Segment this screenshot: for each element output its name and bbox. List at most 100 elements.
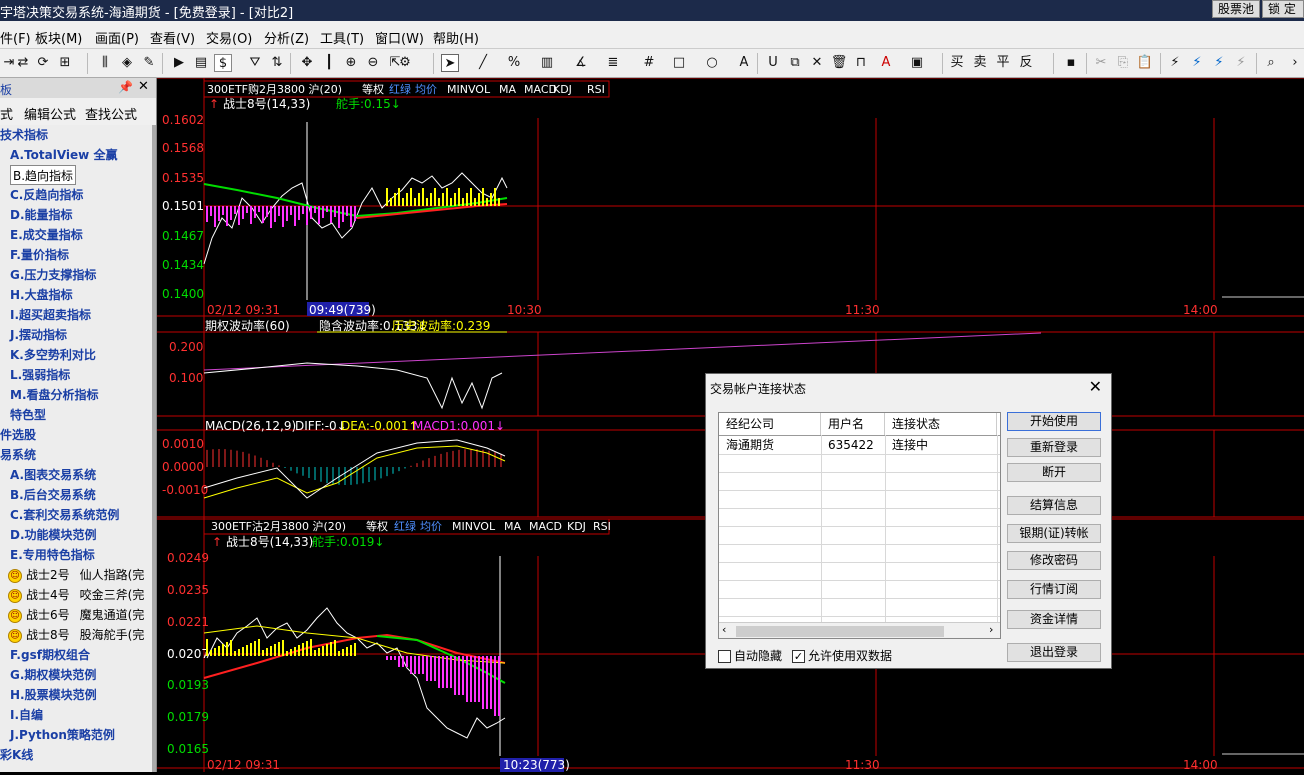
buy-icon[interactable]: 买 [948,54,966,72]
autohide-checkbox[interactable]: 自动隐藏 [718,647,782,664]
compare-icon[interactable]: ⇅ [268,54,286,72]
column-user[interactable]: 用户名 [821,413,885,435]
tab-find-formula[interactable]: 查找公式 [85,104,137,123]
refresh-icon[interactable]: ⟳ [34,54,52,72]
circle-icon[interactable]: ○ [703,54,721,72]
cell-status[interactable]: 连接中 [885,436,928,454]
rectangle-icon[interactable]: □ [670,54,688,72]
tree-item[interactable]: C.套利交易系统范例 [10,505,119,525]
close-icon[interactable]: ✕ [138,79,149,94]
tree-item[interactable]: L.强弱指标 [10,365,70,385]
menu-tools[interactable]: 工具(T) [320,28,364,47]
lock-button[interactable]: 锁 定 [1262,0,1304,18]
reverse-icon[interactable]: 反 [1017,54,1035,72]
move-icon[interactable]: ✥ [298,54,316,72]
connect-icon[interactable]: ⚡ [1166,54,1184,72]
diamond-icon[interactable]: ◈ [118,54,136,72]
dialog-button[interactable]: 银期(证)转帐 [1007,524,1101,543]
swap-icon[interactable]: ⇄ [14,54,32,72]
copy-icon[interactable]: ⧉ [786,54,804,72]
cell-broker[interactable]: 海通期货 [719,436,774,454]
tree-item[interactable]: ☺ 战士4号 咬金三斧(完 [8,585,144,605]
menu-view[interactable]: 查看(V) [150,28,195,47]
tree-item[interactable]: I.超买超卖指标 [10,305,91,325]
sell-icon[interactable]: 卖 [971,54,989,72]
dialog-button[interactable]: 重新登录 [1007,438,1101,457]
channel-icon[interactable]: ▥ [538,54,556,72]
dialog-button[interactable]: 退出登录 [1007,643,1101,662]
chevron-right-icon[interactable]: › [989,623,993,636]
save-template-icon[interactable]: ▣ [908,54,926,72]
dialog-button[interactable]: 结算信息 [1007,496,1101,515]
play-icon[interactable]: ▶ [170,54,188,72]
dialog-button[interactable]: 开始使用 [1007,412,1101,431]
fib-icon[interactable]: ≣ [604,54,622,72]
account-list[interactable]: 经纪公司 用户名 连接状态 海通期货 635422 连接中 ‹ › [718,412,1001,639]
tree-item[interactable]: ☺ 战士8号 股海舵手(完 [8,625,144,645]
delete-icon[interactable]: ✕ [808,54,826,72]
filter-icon[interactable]: ⛛ [246,54,264,72]
tree-item[interactable]: K.多空势利对比 [10,345,96,365]
tree-item[interactable]: 件选股 [0,425,36,445]
candlestick-icon[interactable]: ⫼ [96,54,114,72]
tree-item[interactable]: J.Python策略范例 [10,725,115,745]
trash-icon[interactable]: 🗑 [830,54,848,72]
copy2-icon[interactable]: ⎘ [1114,54,1132,72]
tree-item[interactable]: ☺ 战士6号 魔鬼通道(完 [8,605,144,625]
tab-formula[interactable]: 式 [0,104,13,123]
dialog-button[interactable]: 资金详情 [1007,610,1101,629]
zoom-in-icon[interactable]: ⊕ [342,54,360,72]
pencil-icon[interactable]: ✎ [140,54,158,72]
tree-item[interactable]: C.反趋向指标 [10,185,83,205]
magnet-icon[interactable]: U [764,54,782,72]
text-icon[interactable]: A [735,54,753,72]
tree-item[interactable]: B.趋向指标 [10,165,77,185]
disconnect-icon[interactable]: ⚡ [1232,54,1250,72]
tree-item[interactable]: H.大盘指标 [10,285,73,305]
hash-icon[interactable]: # [640,54,658,72]
cursor-icon[interactable]: ➤ [441,54,459,72]
menu-file[interactable]: 件(F) [0,28,31,47]
more-icon[interactable]: › [1286,54,1304,72]
tree-item[interactable]: F.量价指标 [10,245,69,265]
bar-icon[interactable]: ┃ [320,54,338,72]
tree-item[interactable]: E.专用特色指标 [10,545,95,565]
menu-help[interactable]: 帮助(H) [433,28,479,47]
lock-icon[interactable]: ⊓ [852,54,870,72]
chevron-left-icon[interactable]: ‹ [722,623,726,636]
font-color-icon[interactable]: A [877,54,895,72]
angle-icon[interactable]: ∡ [572,54,590,72]
dual-data-checkbox[interactable]: ✓ 允许使用双数据 [792,647,892,664]
line-tool-icon[interactable]: ╱ [474,54,492,72]
menu-view-screen[interactable]: 画面(P) [95,28,139,47]
tree-item[interactable]: H.股票模块范例 [10,685,97,705]
tree-item[interactable]: B.后台交易系统 [10,485,96,505]
tree-item[interactable]: G.期权模块范例 [10,665,96,685]
list-hscrollbar[interactable]: ‹ › [719,622,1000,638]
tree-item[interactable]: 特色型 [10,405,46,425]
binoculars-icon[interactable]: ⌕ [1262,54,1280,72]
close-position-icon[interactable]: 平 [994,54,1012,72]
tab-edit-formula[interactable]: 编辑公式 [24,104,76,123]
pin-icon[interactable]: 📌 [118,80,133,94]
tree-item[interactable]: F.gsf期权组合 [10,645,90,665]
tree-item[interactable]: D.功能模块范例 [10,525,97,545]
dollar-icon[interactable]: $ [214,54,232,72]
save-icon[interactable]: ▪ [1062,54,1080,72]
percent-icon[interactable]: % [505,54,523,72]
plug-icon[interactable]: ⚡ [1188,54,1206,72]
column-broker[interactable]: 经纪公司 [719,413,821,435]
menu-window[interactable]: 窗口(W) [375,28,424,47]
tree-item[interactable]: G.压力支撑指标 [10,265,96,285]
dialog-button[interactable]: 断开 [1007,463,1101,482]
cell-user[interactable]: 635422 [821,436,874,454]
tree-item[interactable]: E.成交量指标 [10,225,83,245]
document-icon[interactable]: ▤ [192,54,210,72]
dialog-button[interactable]: 行情订阅 [1007,580,1101,599]
tree-item[interactable]: M.看盘分析指标 [10,385,99,405]
tree-item[interactable]: J.摆动指标 [10,325,67,345]
menu-sector[interactable]: 板块(M) [35,28,82,47]
column-status[interactable]: 连接状态 [885,413,997,435]
tree-item[interactable]: 技术指标 [0,125,48,145]
sidebar-scrollbar[interactable] [152,125,156,772]
